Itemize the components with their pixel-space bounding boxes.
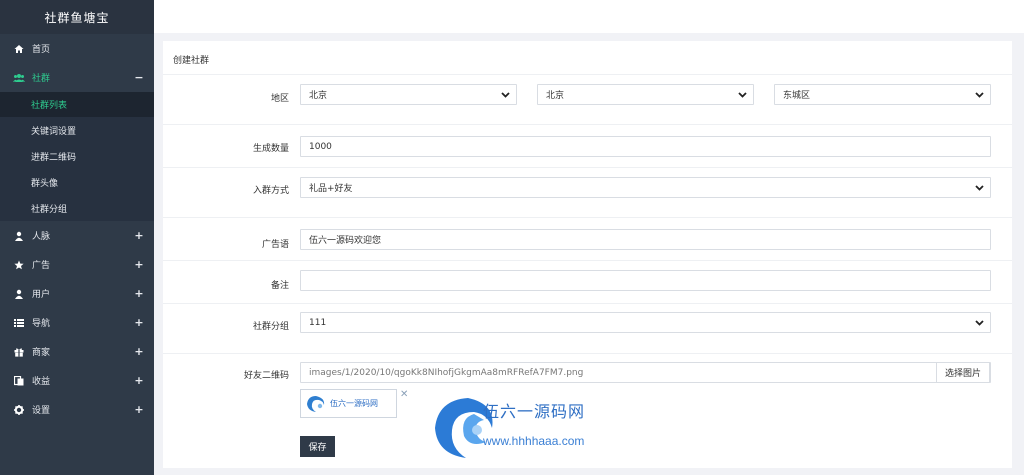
sidebar-item-label: 用户 [32, 290, 51, 300]
sidebar-item-merchants[interactable]: 商家 + [0, 337, 154, 366]
qrcode-label: 好友二维码 [243, 371, 289, 381]
join-mode-label: 入群方式 [252, 186, 289, 196]
collapse-icon: − [134, 71, 144, 84]
chevron-down-icon [494, 85, 516, 104]
remove-image-icon[interactable]: ✕ [400, 389, 408, 400]
sidebar-subitem-group-avatar[interactable]: 群头像 [0, 169, 154, 195]
sidebar-item-contacts[interactable]: 人脉 + [0, 221, 154, 250]
sidebar-item-label: 设置 [32, 406, 51, 416]
region-label: 地区 [270, 94, 289, 104]
sidebar: 社群鱼塘宝 首页 社群 − 社群列表 关键词设置 进群二维码 群头像 社群分组 … [0, 0, 154, 475]
list-icon [12, 316, 26, 330]
region-row: 地区 北京 北京 东城区 [163, 74, 1012, 124]
sidebar-item-navigation[interactable]: 导航 + [0, 308, 154, 337]
expand-icon: + [134, 403, 144, 416]
ad-slogan-input[interactable]: 伍六一源码欢迎您 [300, 229, 991, 250]
app-title: 社群鱼塘宝 [0, 0, 154, 34]
user-icon [12, 287, 26, 301]
sidebar-item-settings[interactable]: 设置 + [0, 395, 154, 424]
district-select[interactable]: 东城区 [774, 84, 991, 105]
watermark-title: 伍六一源码网 [483, 402, 586, 421]
city-select[interactable]: 北京 [537, 84, 754, 105]
top-bar [154, 0, 1024, 33]
sidebar-item-label: 商家 [32, 348, 51, 358]
chevron-down-icon [968, 85, 990, 104]
sidebar-item-label: 首页 [32, 45, 51, 55]
qrcode-thumbnail[interactable]: 伍六一源码网 [300, 389, 397, 418]
expand-icon: + [134, 287, 144, 300]
home-icon [12, 42, 26, 56]
sidebar-item-label: 导航 [32, 319, 51, 329]
gear-icon [12, 403, 26, 417]
gift-icon [12, 345, 26, 359]
group-select[interactable]: 111 [300, 312, 991, 333]
community-submenu: 社群列表 关键词设置 进群二维码 群头像 社群分组 [0, 92, 154, 221]
group-icon [12, 71, 26, 85]
pick-image-button[interactable]: 选择图片 [936, 362, 990, 383]
remark-label: 备注 [270, 281, 289, 291]
count-input[interactable]: 1000 [300, 136, 991, 157]
chevron-down-icon [731, 85, 753, 104]
expand-icon: + [134, 258, 144, 271]
expand-icon: + [134, 374, 144, 387]
sidebar-subitem-join-qrcode[interactable]: 进群二维码 [0, 143, 154, 169]
join-mode-row: 入群方式 礼品+好友 [163, 167, 1012, 217]
copy-icon [12, 374, 26, 388]
chevron-down-icon [968, 313, 990, 332]
chevron-down-icon [968, 178, 990, 197]
sidebar-item-earnings[interactable]: 收益 + [0, 366, 154, 395]
group-label: 社群分组 [252, 322, 289, 332]
sidebar-item-users[interactable]: 用户 + [0, 279, 154, 308]
remark-input[interactable] [300, 270, 991, 291]
count-row: 生成数量 1000 [163, 124, 1012, 167]
panel-title: 创建社群 [173, 56, 210, 66]
sidebar-item-label: 广告 [32, 261, 51, 271]
sidebar-item-home[interactable]: 首页 [0, 34, 154, 63]
save-button[interactable]: 保存 [300, 436, 335, 457]
remark-row: 备注 [163, 260, 1012, 303]
group-row: 社群分组 111 [163, 303, 1012, 353]
ad-slogan-row: 广告语 伍六一源码欢迎您 [163, 217, 1012, 260]
province-select[interactable]: 北京 [300, 84, 517, 105]
sidebar-item-community[interactable]: 社群 − [0, 63, 154, 92]
expand-icon: + [134, 229, 144, 242]
sidebar-subitem-community-groups[interactable]: 社群分组 [0, 195, 154, 221]
count-label: 生成数量 [252, 144, 289, 154]
sidebar-subitem-keywords[interactable]: 关键词设置 [0, 117, 154, 143]
sidebar-item-label: 收益 [32, 377, 51, 387]
logo-icon [307, 395, 325, 412]
expand-icon: + [134, 316, 144, 329]
watermark-url: www.hhhhaaa.com [483, 434, 585, 448]
qrcode-path-input[interactable]: images/1/2020/10/qgoKk8NIhofjGkgmAa8mRFR… [300, 362, 991, 383]
sidebar-item-label: 人脉 [32, 232, 51, 242]
user-icon [12, 229, 26, 243]
sidebar-item-label: 社群 [32, 74, 51, 84]
star-icon [12, 258, 26, 272]
sidebar-item-ads[interactable]: 广告 + [0, 250, 154, 279]
expand-icon: + [134, 345, 144, 358]
ad-slogan-label: 广告语 [261, 240, 289, 250]
sidebar-subitem-community-list[interactable]: 社群列表 [0, 92, 154, 117]
join-mode-select[interactable]: 礼品+好友 [300, 177, 991, 198]
